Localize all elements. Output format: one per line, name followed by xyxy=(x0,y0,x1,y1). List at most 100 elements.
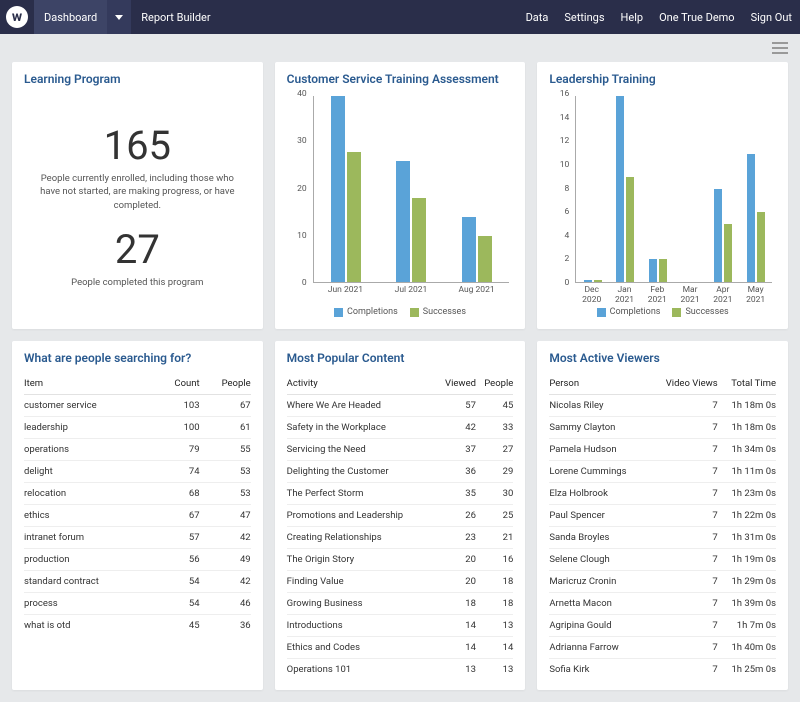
table-row[interactable]: Introductions1413 xyxy=(287,615,514,637)
cell: operations xyxy=(24,439,155,461)
table-row[interactable]: production5649 xyxy=(24,549,251,571)
table-row[interactable]: intranet forum5742 xyxy=(24,527,251,549)
table-row[interactable]: standard contract5442 xyxy=(24,571,251,593)
cell: 79 xyxy=(155,439,199,461)
bar[interactable] xyxy=(412,198,426,282)
dashboard-dropdown-icon[interactable] xyxy=(107,0,131,34)
menu-icon[interactable] xyxy=(772,42,788,54)
table-row[interactable]: ethics6747 xyxy=(24,505,251,527)
cell: 7 xyxy=(650,659,718,681)
table-row[interactable]: delight7453 xyxy=(24,461,251,483)
cell: 57 xyxy=(436,395,476,417)
nav-data[interactable]: Data xyxy=(518,11,557,24)
table-row[interactable]: Sanda Broyles71h 31m 0s xyxy=(549,527,776,549)
card-learning-program: Learning Program 165 People currently en… xyxy=(12,62,263,329)
x-tick: Jun 2021 xyxy=(313,285,379,299)
bar[interactable] xyxy=(584,280,592,282)
chart-legend: CompletionsSuccesses xyxy=(287,307,514,317)
legend-item: Completions xyxy=(334,307,398,317)
legend-swatch xyxy=(334,308,343,317)
table-row[interactable]: Ethics and Codes1414 xyxy=(287,637,514,659)
nav-settings[interactable]: Settings xyxy=(556,11,612,24)
table-row[interactable]: Finding Value2018 xyxy=(287,571,514,593)
table-row[interactable]: leadership10061 xyxy=(24,417,251,439)
table-row[interactable]: Delighting the Customer3629 xyxy=(287,461,514,483)
cell: 35 xyxy=(436,483,476,505)
table-row[interactable]: Nicolas Riley71h 18m 0s xyxy=(549,395,776,417)
cell: 100 xyxy=(155,417,199,439)
y-tick: 10 xyxy=(560,160,570,170)
nav-help[interactable]: Help xyxy=(613,11,652,24)
cell: 7 xyxy=(650,395,718,417)
nav-account[interactable]: One True Demo xyxy=(651,11,742,24)
card-title: Customer Service Training Assessment xyxy=(287,72,514,86)
cell: customer service xyxy=(24,395,155,417)
table-row[interactable]: Promotions and Leadership2625 xyxy=(287,505,514,527)
table-row[interactable]: Sammy Clayton71h 18m 0s xyxy=(549,417,776,439)
cell: 27 xyxy=(476,439,513,461)
bar[interactable] xyxy=(649,259,657,282)
bar[interactable] xyxy=(478,236,492,283)
table-row[interactable]: Elza Holbrook71h 23m 0s xyxy=(549,483,776,505)
table-row[interactable]: The Perfect Storm3530 xyxy=(287,483,514,505)
cell: 7 xyxy=(650,461,718,483)
nav-report-builder[interactable]: Report Builder xyxy=(131,11,220,24)
table-row[interactable]: what is otd4536 xyxy=(24,615,251,637)
bar[interactable] xyxy=(626,177,634,282)
bar[interactable] xyxy=(659,259,667,282)
y-tick: 12 xyxy=(560,136,570,146)
cell: 67 xyxy=(200,395,251,417)
bar[interactable] xyxy=(331,96,345,282)
chart-leadership: 0246810121416Dec 2020Jan 2021Feb 2021Mar… xyxy=(549,94,776,319)
cell: 33 xyxy=(476,417,513,439)
cell: 54 xyxy=(155,593,199,615)
table-row[interactable]: Where We Are Headed5745 xyxy=(287,395,514,417)
table-row[interactable]: Selene Clough71h 19m 0s xyxy=(549,549,776,571)
table-row[interactable]: Paul Spencer71h 22m 0s xyxy=(549,505,776,527)
legend-item: Successes xyxy=(672,307,728,317)
table-row[interactable]: Adrianna Farrow71h 40m 0s xyxy=(549,637,776,659)
table-row[interactable]: operations7955 xyxy=(24,439,251,461)
table-row[interactable]: Servicing the Need3727 xyxy=(287,439,514,461)
cell: Agripina Gould xyxy=(549,615,650,637)
bar[interactable] xyxy=(462,217,476,282)
bar[interactable] xyxy=(347,152,361,282)
bar-group xyxy=(739,96,772,282)
cell: Creating Relationships xyxy=(287,527,437,549)
card-title: Learning Program xyxy=(24,72,251,86)
table-row[interactable]: process5446 xyxy=(24,593,251,615)
nav-dashboard[interactable]: Dashboard xyxy=(34,0,107,34)
table-row[interactable]: Arnetta Macon71h 39m 0s xyxy=(549,593,776,615)
table-row[interactable]: Pamela Hudson71h 34m 0s xyxy=(549,439,776,461)
bar[interactable] xyxy=(594,280,602,282)
table-row[interactable]: Safety in the Workplace4233 xyxy=(287,417,514,439)
bar[interactable] xyxy=(757,212,765,282)
col-count: Count xyxy=(155,373,199,395)
table-row[interactable]: relocation6853 xyxy=(24,483,251,505)
cell: Selene Clough xyxy=(549,549,650,571)
table-row[interactable]: Sofia Kirk71h 25m 0s xyxy=(549,659,776,681)
bar[interactable] xyxy=(616,96,624,282)
cell: Paul Spencer xyxy=(549,505,650,527)
cell: 42 xyxy=(436,417,476,439)
logo[interactable]: w xyxy=(0,0,34,34)
legend-swatch xyxy=(410,308,419,317)
table-row[interactable]: customer service10367 xyxy=(24,395,251,417)
col-viewed: Viewed xyxy=(436,373,476,395)
table-row[interactable]: Maricruz Cronin71h 29m 0s xyxy=(549,571,776,593)
x-tick: Dec 2020 xyxy=(575,285,608,299)
table-row[interactable]: Operations 1011313 xyxy=(287,659,514,681)
col-total-time: Total Time xyxy=(718,373,776,395)
nav-signout[interactable]: Sign Out xyxy=(743,11,800,24)
table-row[interactable]: Creating Relationships2321 xyxy=(287,527,514,549)
bar[interactable] xyxy=(747,154,755,282)
y-tick: 2 xyxy=(565,254,570,264)
table-row[interactable]: Lorene Cummings71h 11m 0s xyxy=(549,461,776,483)
bar[interactable] xyxy=(714,189,722,282)
table-row[interactable]: The Origin Story2016 xyxy=(287,549,514,571)
bar[interactable] xyxy=(724,224,732,282)
cell: 1h 19m 0s xyxy=(718,549,776,571)
table-row[interactable]: Agripina Gould71h 7m 0s xyxy=(549,615,776,637)
bar[interactable] xyxy=(396,161,410,282)
table-row[interactable]: Growing Business1818 xyxy=(287,593,514,615)
